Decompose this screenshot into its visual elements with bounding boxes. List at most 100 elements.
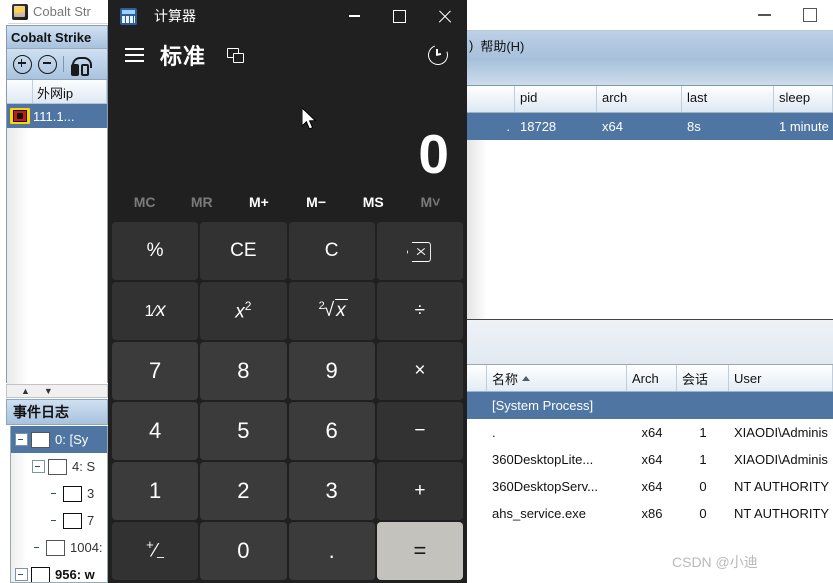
table-row[interactable]: [System Process] xyxy=(467,392,833,419)
reciprocal-button[interactable]: 1⁄x xyxy=(112,282,199,340)
subtract-button[interactable]: − xyxy=(376,402,463,460)
tree-item[interactable]: 3 xyxy=(11,480,107,507)
digit-5-button[interactable]: 5 xyxy=(200,402,287,460)
tree-checkbox[interactable] xyxy=(63,485,82,502)
beacon-table-header: pid arch last sleep xyxy=(467,85,833,113)
memory-m-button[interactable]: M˅ xyxy=(402,186,459,218)
beacon-table-body xyxy=(467,140,833,319)
right-minimize-button[interactable] xyxy=(741,0,787,30)
calculator-result: 0 xyxy=(418,123,449,185)
process-th-name[interactable]: 名称 xyxy=(487,365,627,391)
digit-1-button[interactable]: 1 xyxy=(112,462,199,520)
memory-m-button[interactable]: M− xyxy=(288,186,345,218)
tree-expander-icon[interactable] xyxy=(32,460,45,473)
tree-expander-icon[interactable] xyxy=(15,568,28,581)
table-row[interactable]: 360DesktopServ... x64 0 NT AUTHORITY xyxy=(467,473,833,500)
tree-item[interactable]: 7 xyxy=(11,507,107,534)
tree-checkbox[interactable] xyxy=(63,512,82,529)
headphones-icon[interactable] xyxy=(70,56,92,76)
left-splitter-bar[interactable]: ▲ ▼ xyxy=(6,384,108,398)
memory-ms-button[interactable]: MS xyxy=(345,186,402,218)
beacon-th-pid[interactable]: pid xyxy=(515,86,597,112)
sign-toggle-button[interactable]: +⁄– xyxy=(112,522,199,580)
digit-9-button[interactable]: 9 xyxy=(288,342,375,400)
beacon-th-sleep[interactable]: sleep xyxy=(774,86,833,112)
digit-6-button[interactable]: 6 xyxy=(288,402,375,460)
tree-item[interactable]: 4: S xyxy=(11,453,107,480)
backspace-button[interactable] xyxy=(376,222,463,280)
hamburger-icon[interactable] xyxy=(116,37,152,73)
table-row[interactable]: 111.1... xyxy=(7,104,107,128)
table-row[interactable]: 360DesktopLite... x64 1 XIAODI\Adminis xyxy=(467,446,833,473)
memory-m-button[interactable]: M+ xyxy=(230,186,287,218)
digit-4-button[interactable]: 4 xyxy=(112,402,199,460)
left-window-titlebar[interactable]: Cobalt Str xyxy=(8,0,108,24)
square-glyph: x2 xyxy=(235,298,252,323)
toolbar-divider xyxy=(63,56,64,72)
clear-button[interactable]: C xyxy=(288,222,375,280)
tree-item[interactable]: 1004: xyxy=(11,534,107,561)
calculator-title: 计算器 xyxy=(154,8,196,24)
equals-button[interactable]: = xyxy=(376,522,463,580)
square-button[interactable]: x2 xyxy=(200,282,287,340)
tree-item-label: 3 xyxy=(87,486,95,501)
maximize-button[interactable] xyxy=(377,0,422,32)
left-th-icon[interactable] xyxy=(7,80,33,103)
beacon-th-arch[interactable]: arch xyxy=(597,86,682,112)
decimal-button[interactable]: . xyxy=(288,522,375,580)
table-row[interactable]: ahs_service.exe x86 0 NT AUTHORITY xyxy=(467,500,833,527)
table-row[interactable]: . 18728 x64 8s 1 minute xyxy=(467,113,833,140)
tree-expander-icon[interactable] xyxy=(15,433,28,446)
calculator-titlebar[interactable]: 计算器 xyxy=(108,0,467,32)
process-cell-session: 0 xyxy=(699,479,707,494)
calculator-display[interactable]: 0 xyxy=(108,78,467,184)
tree-item[interactable]: 956: w xyxy=(11,561,107,582)
memory-mc-button[interactable]: MC xyxy=(116,186,173,218)
right-window-titlebar[interactable] xyxy=(467,0,833,31)
left-row-ip: 111.1... xyxy=(33,108,75,124)
tree-spacer xyxy=(32,542,43,553)
keep-on-top-icon[interactable] xyxy=(224,44,246,66)
tab-event-log[interactable]: 事件日志 xyxy=(6,399,108,425)
tree-item[interactable]: 0: [Sy xyxy=(11,426,107,453)
percent-button[interactable]: % xyxy=(112,222,199,280)
digit-2-button[interactable]: 2 xyxy=(200,462,287,520)
history-icon[interactable] xyxy=(423,40,453,70)
memory-mr-button[interactable]: MR xyxy=(173,186,230,218)
menu-item-help[interactable]: 帮助(H) xyxy=(480,36,524,55)
digit-7-button[interactable]: 7 xyxy=(112,342,199,400)
splitter-up-icon[interactable]: ▲ xyxy=(21,386,30,396)
process-tree[interactable]: 0: [Sy 4: S 3 7 1004: 956: w xyxy=(10,426,108,583)
process-th-arch[interactable]: Arch xyxy=(627,365,677,391)
process-th-session[interactable]: 会话 xyxy=(677,365,729,391)
zoom-out-icon[interactable] xyxy=(38,54,57,74)
tree-checkbox[interactable] xyxy=(46,539,65,556)
cobalt-strike-icon xyxy=(12,3,28,20)
table-row[interactable]: . x64 1 XIAODI\Adminis xyxy=(467,419,833,446)
clear-entry-button[interactable]: CE xyxy=(200,222,287,280)
tree-checkbox[interactable] xyxy=(31,566,50,582)
divide-button[interactable]: ÷ xyxy=(376,282,463,340)
multiply-button[interactable]: × xyxy=(376,342,463,400)
square-root-button[interactable]: 2√ x xyxy=(288,282,375,340)
digit-8-button[interactable]: 8 xyxy=(200,342,287,400)
left-th-external-ip[interactable]: 外网ip xyxy=(33,80,107,103)
process-cell-arch: x64 xyxy=(641,479,663,494)
process-cell-session: 1 xyxy=(699,425,707,440)
minimize-button[interactable] xyxy=(332,0,377,32)
tree-checkbox[interactable] xyxy=(31,431,50,448)
beacon-th-blank xyxy=(467,86,515,112)
beacon-th-last[interactable]: last xyxy=(682,86,774,112)
digit-3-button[interactable]: 3 xyxy=(288,462,375,520)
tree-checkbox[interactable] xyxy=(48,458,67,475)
process-th-user[interactable]: User xyxy=(729,365,833,391)
menubar-trailing-paren: ) xyxy=(469,37,474,53)
right-maximize-button[interactable] xyxy=(787,0,833,30)
close-button[interactable] xyxy=(422,0,467,32)
splitter-down-icon[interactable]: ▼ xyxy=(44,386,53,396)
add-button[interactable]: + xyxy=(376,462,463,520)
tree-item-label: 1004: xyxy=(70,540,103,555)
digit-0-button[interactable]: 0 xyxy=(200,522,287,580)
tree-spacer xyxy=(49,488,60,499)
zoom-in-icon[interactable] xyxy=(13,54,32,74)
